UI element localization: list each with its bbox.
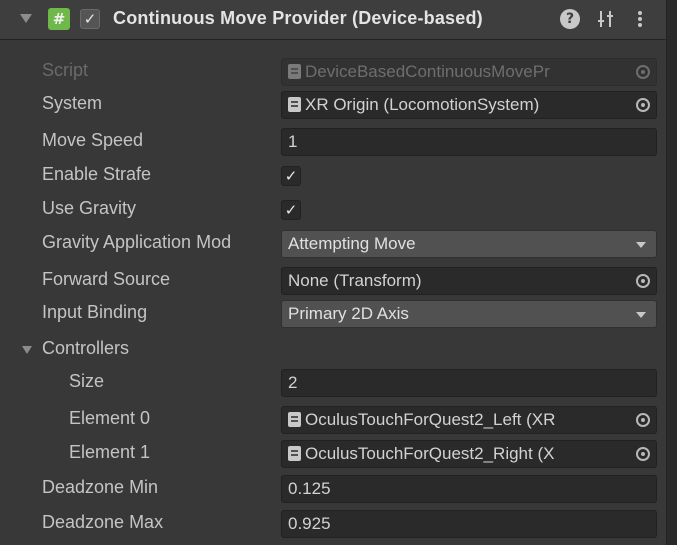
- component-asset-icon: [288, 412, 301, 427]
- element-1-field[interactable]: OculusTouchForQuest2_Right (X: [281, 440, 657, 468]
- element-0-field[interactable]: OculusTouchForQuest2_Left (XR: [281, 406, 657, 434]
- component-header[interactable]: # ✓ Continuous Move Provider (Device-bas…: [0, 0, 666, 40]
- row-deadzone-min: Deadzone Min 0.125: [0, 472, 666, 506]
- script-value: DeviceBasedContinuousMovePr: [305, 62, 550, 81]
- chevron-down-icon: [636, 242, 646, 248]
- chevron-down-icon: [636, 312, 646, 318]
- enable-strafe-checkbox[interactable]: ✓: [281, 166, 301, 186]
- row-input-binding: Input Binding Primary 2D Axis: [0, 297, 666, 331]
- element-0-value: OculusTouchForQuest2_Left (XR: [305, 410, 556, 429]
- system-label: System: [42, 93, 103, 113]
- enable-checkbox[interactable]: ✓: [80, 9, 100, 29]
- deadzone-max-input[interactable]: 0.925: [281, 510, 657, 538]
- component-asset-icon: [288, 446, 301, 461]
- row-use-gravity: Use Gravity ✓: [0, 193, 666, 227]
- fold-arrow-icon[interactable]: [20, 14, 32, 23]
- forward-source-field[interactable]: None (Transform): [281, 267, 657, 295]
- row-enable-strafe: Enable Strafe ✓: [0, 159, 666, 193]
- move-speed-input[interactable]: 1: [281, 128, 657, 156]
- row-script: Script DeviceBasedContinuousMovePr: [0, 55, 666, 89]
- object-picker-icon[interactable]: [636, 274, 650, 288]
- object-picker-icon: [636, 65, 650, 79]
- script-field: DeviceBasedContinuousMovePr: [281, 58, 657, 86]
- inspector-panel: # ✓ Continuous Move Provider (Device-bas…: [0, 0, 666, 545]
- controllers-label[interactable]: Controllers: [42, 338, 129, 359]
- component-asset-icon: [288, 97, 301, 112]
- use-gravity-label: Use Gravity: [42, 198, 137, 218]
- row-controllers-size: Size 2: [0, 366, 666, 400]
- row-element-1: Element 1 OculusTouchForQuest2_Right (X: [0, 437, 666, 471]
- row-controllers[interactable]: Controllers: [0, 333, 666, 367]
- forward-source-label: Forward Source: [42, 269, 171, 289]
- object-picker-icon[interactable]: [636, 98, 650, 112]
- element-0-label: Element 0: [69, 408, 151, 428]
- script-icon: #: [48, 8, 70, 30]
- row-deadzone-max: Deadzone Max 0.925: [0, 507, 666, 541]
- system-value: XR Origin (LocomotionSystem): [305, 95, 540, 114]
- system-field[interactable]: XR Origin (LocomotionSystem): [281, 91, 657, 119]
- context-menu-icon[interactable]: [635, 8, 645, 30]
- input-binding-dropdown[interactable]: Primary 2D Axis: [281, 300, 657, 328]
- object-picker-icon[interactable]: [636, 447, 650, 461]
- script-label: Script: [42, 60, 89, 80]
- help-icon[interactable]: ?: [560, 9, 580, 29]
- row-forward-source: Forward Source None (Transform): [0, 264, 666, 298]
- object-picker-icon[interactable]: [636, 413, 650, 427]
- input-binding-label: Input Binding: [42, 302, 148, 322]
- gravity-mode-dropdown[interactable]: Attempting Move: [281, 230, 657, 258]
- vertical-scrollbar[interactable]: [666, 0, 677, 545]
- row-move-speed: Move Speed 1: [0, 125, 666, 159]
- element-1-label: Element 1: [69, 442, 151, 462]
- use-gravity-checkbox[interactable]: ✓: [281, 200, 301, 220]
- element-1-value: OculusTouchForQuest2_Right (X: [305, 444, 555, 463]
- size-label: Size: [69, 371, 105, 391]
- gravity-mode-value: Attempting Move: [288, 234, 416, 253]
- foldout-arrow-icon[interactable]: [22, 346, 32, 354]
- input-binding-value: Primary 2D Axis: [288, 304, 409, 323]
- deadzone-min-input[interactable]: 0.125: [281, 475, 657, 503]
- move-speed-label: Move Speed: [42, 130, 144, 150]
- script-asset-icon: [288, 64, 301, 79]
- size-input[interactable]: 2: [281, 369, 657, 397]
- row-gravity-mode: Gravity Application Mod Attempting Move: [0, 227, 666, 261]
- deadzone-max-label: Deadzone Max: [42, 512, 164, 532]
- gravity-mode-label: Gravity Application Mod: [42, 232, 232, 252]
- forward-source-value: None (Transform): [288, 271, 422, 290]
- row-system: System XR Origin (LocomotionSystem): [0, 88, 666, 122]
- deadzone-min-label: Deadzone Min: [42, 477, 159, 497]
- row-element-0: Element 0 OculusTouchForQuest2_Left (XR: [0, 403, 666, 437]
- preset-icon[interactable]: [597, 8, 615, 30]
- component-title: Continuous Move Provider (Device-based): [113, 8, 483, 28]
- enable-strafe-label: Enable Strafe: [42, 164, 152, 184]
